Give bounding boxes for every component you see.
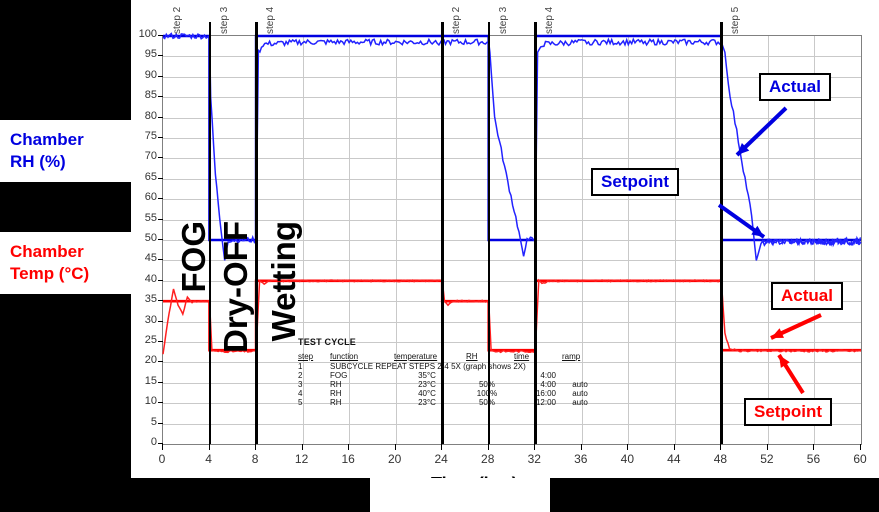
chart-panel: FOG Dry-OFF Wetting TEST CYCLE step func… [131, 0, 879, 494]
arrow-icon [777, 353, 805, 395]
arrow-icon [735, 106, 788, 157]
legend-chamber-rh: Chamber RH (%) [0, 120, 131, 182]
legend-chamber-temp: Chamber Temp (°C) [0, 232, 131, 294]
bottom-white-strip [370, 478, 550, 512]
legend-rh-line1: Chamber [10, 130, 84, 149]
legend-temp-line2: Temp (°C) [10, 264, 90, 283]
callout-arrows [717, 106, 822, 395]
arrow-icon [770, 313, 822, 340]
legend-temp-line1: Chamber [10, 242, 84, 261]
legend-rh-line2: RH (%) [10, 152, 66, 171]
arrow-icon [717, 203, 766, 239]
screenshot-root: Chamber RH (%) Chamber Temp (°C) FOG Dry… [0, 0, 879, 512]
